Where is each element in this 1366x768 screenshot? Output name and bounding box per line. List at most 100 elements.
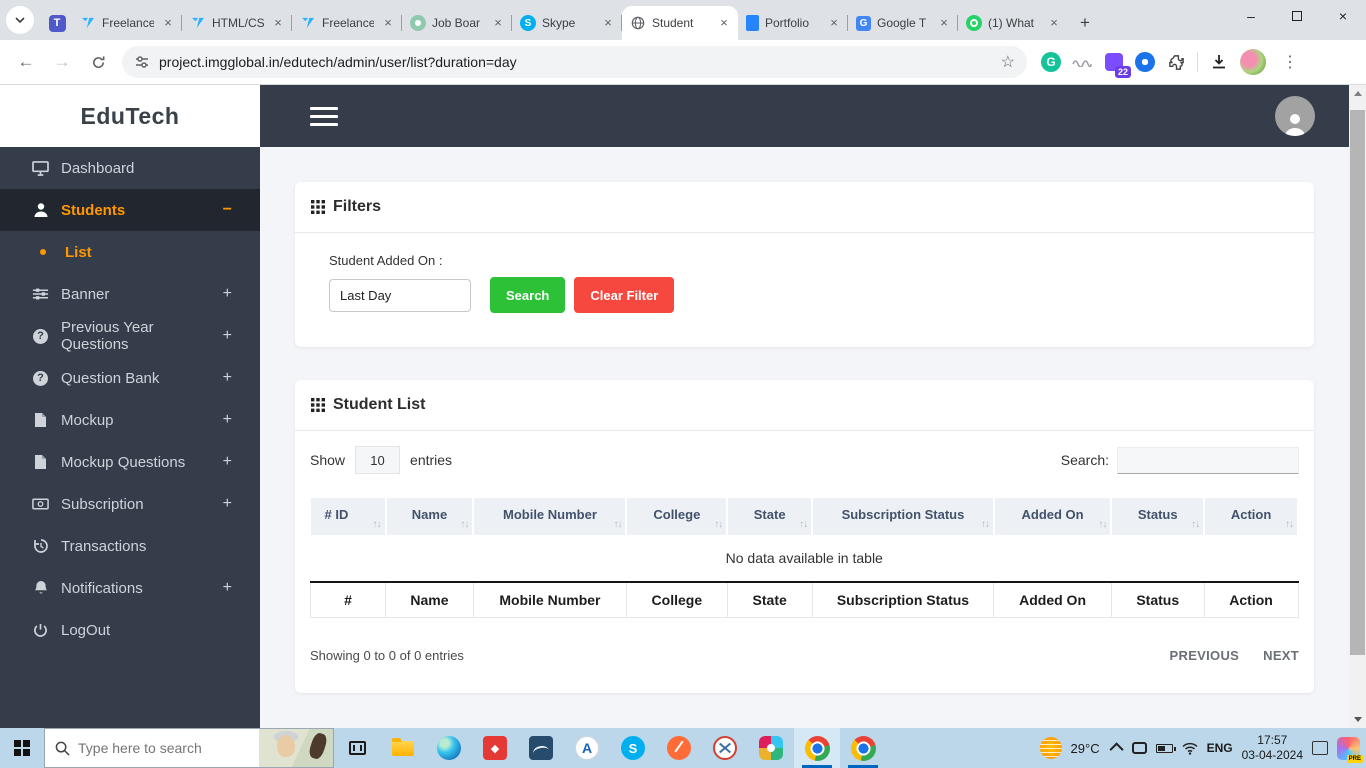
sidebar-item-students[interactable]: Students − (0, 189, 260, 231)
column-header-subscription[interactable]: Subscription Status ↑↓ (812, 498, 995, 537)
expand-icon[interactable]: + (223, 411, 232, 429)
taskbar-search-input[interactable] (78, 740, 228, 756)
tab-list-chevron-button[interactable] (6, 6, 34, 34)
a-app-button[interactable]: A (564, 728, 610, 768)
tab-close-icon[interactable]: × (826, 15, 842, 31)
expand-icon[interactable]: + (223, 495, 232, 513)
expand-icon[interactable]: + (223, 285, 232, 303)
tab-html-css[interactable]: HTML/CS × (182, 6, 292, 40)
task-view-button[interactable] (334, 728, 380, 768)
column-header-college[interactable]: College ↑↓ (626, 498, 729, 537)
tab-skype[interactable]: S Skype × (512, 6, 622, 40)
window-close-button[interactable]: × (1320, 0, 1366, 32)
search-button[interactable]: Search (490, 277, 566, 313)
forward-button[interactable]: → (46, 46, 78, 78)
sidebar-item-question-bank[interactable]: ? Question Bank + (0, 357, 260, 399)
weather-sun-icon[interactable] (1039, 737, 1062, 759)
wifi-icon[interactable] (1182, 742, 1198, 755)
language-indicator[interactable]: ENG (1207, 741, 1233, 755)
column-header-added-on[interactable]: Added On ↑↓ (993, 498, 1113, 537)
scrollbar-down-arrow[interactable] (1349, 711, 1366, 728)
tab-close-icon[interactable]: × (490, 15, 506, 31)
pinned-tab-teams[interactable]: T (42, 6, 72, 40)
tab-job-board[interactable]: Job Boar × (402, 6, 512, 40)
file-explorer-button[interactable] (380, 728, 426, 768)
page-size-select[interactable]: 10 (355, 446, 401, 474)
table-search-input[interactable] (1117, 446, 1299, 474)
tab-whatsapp[interactable]: (1) What × (958, 6, 1068, 40)
expand-icon[interactable]: + (223, 453, 232, 471)
sidebar-item-subscription[interactable]: Subscription + (0, 483, 260, 525)
taskbar-search-box[interactable] (44, 728, 334, 768)
purple-extension-icon[interactable]: 22 (1103, 51, 1131, 78)
sidebar-item-list[interactable]: List (0, 231, 260, 273)
brand-logo[interactable]: EduTech (0, 85, 260, 147)
tab-google-translate[interactable]: G Google T × (848, 6, 958, 40)
tab-student-active[interactable]: Student × (622, 6, 738, 40)
hamburger-menu-icon[interactable] (310, 106, 338, 126)
tab-close-icon[interactable]: × (936, 15, 952, 31)
sidebar-item-dashboard[interactable]: Dashboard (0, 147, 260, 189)
tab-portfolio[interactable]: Portfolio × (738, 6, 848, 40)
extensions-puzzle-icon[interactable] (1165, 51, 1187, 73)
site-info-icon[interactable] (134, 55, 150, 69)
chrome-button-2[interactable] (840, 728, 886, 768)
battery-icon[interactable] (1155, 743, 1176, 753)
scrollbar-up-arrow[interactable] (1349, 85, 1366, 102)
previous-page-button[interactable]: PREVIOUS (1170, 648, 1240, 663)
tab-freelancer-2[interactable]: Freelance × (292, 6, 402, 40)
collapse-icon[interactable]: − (223, 201, 232, 219)
clear-filter-button[interactable]: Clear Filter (574, 277, 675, 313)
tab-close-icon[interactable]: × (716, 15, 732, 31)
red-app-button[interactable]: ◆ (472, 728, 518, 768)
new-tab-button[interactable]: + (1072, 10, 1098, 36)
slack-button[interactable] (748, 728, 794, 768)
window-minimize-button[interactable]: – (1228, 0, 1274, 32)
postman-button[interactable] (656, 728, 702, 768)
url-text[interactable]: project.imgglobal.in/edutech/admin/user/… (159, 54, 1001, 70)
temperature[interactable]: 29°C (1071, 741, 1100, 756)
page-scrollbar[interactable] (1349, 85, 1366, 728)
scrollbar-thumb[interactable] (1350, 110, 1365, 655)
browser-profile-avatar[interactable] (1240, 49, 1266, 75)
blue-extension-icon[interactable] (1135, 52, 1155, 72)
expand-icon[interactable]: + (223, 369, 232, 387)
next-page-button[interactable]: NEXT (1263, 648, 1299, 663)
back-button[interactable]: ← (10, 46, 42, 78)
tab-close-icon[interactable]: × (270, 15, 286, 31)
grammarly-icon[interactable]: G (1041, 52, 1061, 72)
design-app-button[interactable] (518, 728, 564, 768)
column-header-action[interactable]: Action ↑↓ (1204, 498, 1299, 537)
column-header-status[interactable]: Status ↑↓ (1111, 498, 1206, 537)
edge-button[interactable] (426, 728, 472, 768)
chrome-button-active[interactable] (794, 728, 840, 768)
sidebar-item-banner[interactable]: Banner + (0, 273, 260, 315)
bookmark-star-icon[interactable]: ☆ (1001, 52, 1015, 72)
sidebar-item-mockup-questions[interactable]: Mockup Questions + (0, 441, 260, 483)
rotation-lock-icon[interactable] (1131, 742, 1147, 754)
browser-menu-kebab-icon[interactable]: ⋮ (1276, 52, 1304, 72)
expand-icon[interactable]: + (223, 579, 232, 597)
sidebar-item-mockup[interactable]: Mockup + (0, 399, 260, 441)
copilot-preview-icon[interactable]: PRE (1337, 736, 1363, 763)
tab-close-icon[interactable]: × (160, 15, 176, 31)
tab-close-icon[interactable]: × (600, 15, 616, 31)
wave-extension-icon[interactable] (1071, 51, 1093, 73)
expand-icon[interactable]: + (223, 327, 232, 345)
reload-button[interactable] (82, 46, 114, 78)
duration-select[interactable]: Last Day (329, 278, 471, 312)
window-maximize-button[interactable] (1274, 0, 1320, 32)
sidebar-item-logout[interactable]: LogOut (0, 609, 260, 651)
sidebar-item-notifications[interactable]: Notifications + (0, 567, 260, 609)
clock[interactable]: 17:57 03-04-2024 (1242, 733, 1303, 763)
downloads-icon[interactable] (1208, 51, 1230, 73)
tab-freelancer-1[interactable]: Freelance × (72, 6, 182, 40)
tab-close-icon[interactable]: × (380, 15, 396, 31)
tray-chevron-up-icon[interactable] (1109, 742, 1124, 757)
user-avatar[interactable] (1275, 96, 1315, 136)
notification-center-icon[interactable] (1312, 741, 1328, 755)
tab-close-icon[interactable]: × (1046, 15, 1062, 31)
start-button[interactable] (0, 728, 44, 768)
column-header-name[interactable]: Name ↑↓ (385, 498, 475, 537)
column-header-id[interactable]: # ID ↑↓ (310, 498, 387, 537)
